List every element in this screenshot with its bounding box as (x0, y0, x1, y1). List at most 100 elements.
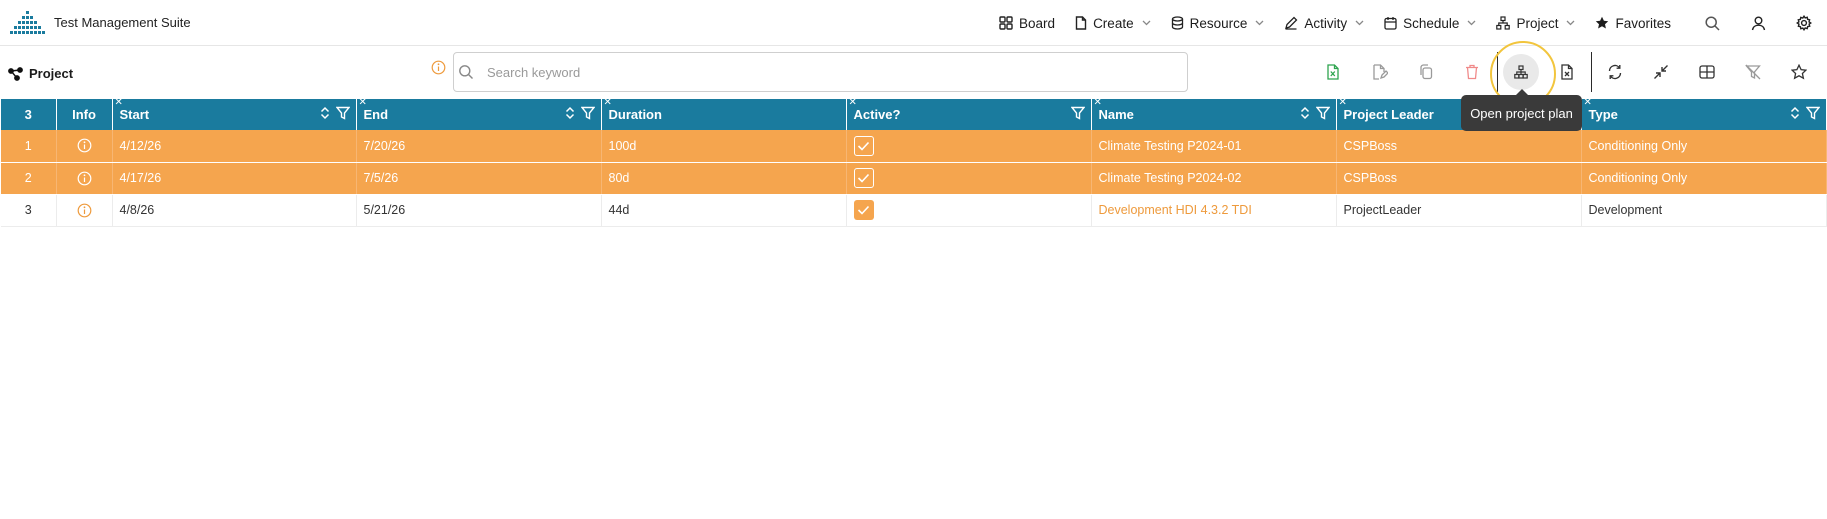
filter-icon[interactable] (1805, 106, 1820, 120)
row-info-cell[interactable] (56, 194, 113, 227)
search-input[interactable] (487, 53, 1177, 91)
nav-favorites-label: Favorites (1615, 15, 1671, 31)
cell-active[interactable] (846, 130, 1092, 163)
calendar-icon (1384, 17, 1397, 30)
remove-column-icon[interactable]: ✕ (1584, 98, 1592, 108)
file-edit-icon (1373, 64, 1388, 80)
cell-project-leader[interactable]: ProjectLeader (1336, 194, 1582, 227)
column-header-name-label: Name (1098, 107, 1134, 122)
collapse-button[interactable] (1639, 50, 1683, 94)
cell-duration[interactable]: 100d (601, 130, 847, 163)
cell-duration[interactable]: 80d (601, 162, 847, 195)
cell-end[interactable]: 7/5/26 (356, 162, 602, 195)
top-navigation-bar: Test Management Suite Board Create Resou… (0, 0, 1827, 46)
remove-column-icon[interactable]: ✕ (849, 98, 857, 108)
info-icon[interactable] (77, 203, 92, 218)
cell-name[interactable]: Development HDI 4.3.2 TDI (1091, 194, 1337, 227)
cell-name[interactable]: Climate Testing P2024-02 (1091, 162, 1337, 195)
cell-active[interactable] (846, 162, 1092, 195)
file-x-icon (1561, 64, 1573, 80)
active-checkbox[interactable] (853, 135, 874, 156)
cell-start[interactable]: 4/17/26 (112, 162, 357, 195)
edit-button[interactable] (1358, 50, 1402, 94)
remove-column-icon[interactable]: ✕ (1094, 98, 1102, 108)
remove-column-icon[interactable]: ✕ (604, 98, 612, 108)
active-checkbox[interactable] (853, 168, 874, 188)
page-toolbar: Project (0, 46, 1827, 98)
tooltip-text: Open project plan (1470, 105, 1573, 121)
nav-resource-label: Resource (1189, 15, 1248, 31)
search-icon (458, 64, 474, 80)
cell-project-leader[interactable]: CSPBoss (1336, 162, 1582, 195)
cell-end[interactable]: 5/21/26 (356, 194, 602, 227)
column-header-active-label: Active? (853, 107, 901, 122)
nav-favorites[interactable]: Favorites (1595, 16, 1671, 31)
checkmark-icon (857, 141, 870, 151)
column-header-start[interactable]: ✕ Start (112, 98, 357, 130)
row-info-cell[interactable] (56, 162, 113, 195)
filter-icon[interactable] (335, 106, 350, 120)
remove-column-icon[interactable]: ✕ (359, 98, 367, 108)
chevron-down-icon (1467, 20, 1476, 26)
export-file-button[interactable] (1545, 50, 1589, 94)
toolbar-separator (1591, 52, 1592, 92)
nav-search-button[interactable] (1689, 0, 1735, 46)
refresh-button[interactable] (1593, 50, 1637, 94)
filter-icon[interactable] (580, 106, 595, 120)
table-row[interactable]: 3 4/8/26 5/21/26 44d Development HDI 4.3… (1, 194, 1827, 227)
open-project-plan-button[interactable] (1499, 50, 1543, 94)
column-header-active[interactable]: ✕ Active? (846, 98, 1092, 130)
column-header-type[interactable]: ✕ Type (1581, 98, 1827, 130)
column-header-end[interactable]: ✕ End (356, 98, 602, 130)
table-row[interactable]: 1 4/12/26 7/20/26 100d Climate Testing P… (1, 130, 1827, 163)
table-row[interactable]: 2 4/17/26 7/5/26 80d Climate Testing P20… (1, 162, 1827, 195)
nav-board[interactable]: Board (999, 16, 1055, 31)
cell-name[interactable]: Climate Testing P2024-01 (1091, 130, 1337, 163)
column-header-name[interactable]: ✕ Name (1091, 98, 1337, 130)
search-info-icon[interactable] (431, 60, 446, 75)
info-icon[interactable] (77, 171, 92, 186)
columns-button[interactable] (1685, 50, 1729, 94)
filter-icon[interactable] (1070, 106, 1085, 120)
row-info-cell[interactable] (56, 130, 113, 163)
database-icon (1171, 16, 1183, 30)
export-excel-button[interactable] (1311, 50, 1355, 94)
active-checkbox[interactable] (853, 200, 874, 220)
remove-column-icon[interactable]: ✕ (115, 98, 123, 108)
cell-project-leader[interactable]: CSPBoss (1336, 130, 1582, 163)
filter-icon[interactable] (1315, 106, 1330, 120)
copy-icon (1420, 64, 1433, 80)
delete-button[interactable] (1450, 50, 1494, 94)
sort-icon[interactable] (565, 106, 575, 120)
cell-start[interactable]: 4/8/26 (112, 194, 357, 227)
nav-resource[interactable]: Resource (1171, 16, 1265, 31)
remove-column-icon[interactable]: ✕ (1339, 98, 1347, 108)
nav-activity[interactable]: Activity (1284, 16, 1364, 31)
cell-active[interactable] (846, 194, 1092, 227)
sort-icon[interactable] (1300, 106, 1310, 120)
cell-type[interactable]: Development (1581, 194, 1827, 227)
cell-start[interactable]: 4/12/26 (112, 130, 357, 163)
row-count-header[interactable]: 3 (1, 99, 57, 130)
cell-type[interactable]: Conditioning Only (1581, 130, 1827, 163)
nav-user-button[interactable] (1735, 0, 1781, 46)
sort-icon[interactable] (320, 106, 330, 120)
file-icon (1075, 16, 1087, 30)
nav-schedule[interactable]: Schedule (1384, 16, 1476, 31)
cell-end[interactable]: 7/20/26 (356, 130, 602, 163)
nav-settings-button[interactable] (1781, 0, 1827, 46)
copy-button[interactable] (1404, 50, 1448, 94)
clear-filter-button[interactable] (1731, 50, 1775, 94)
column-header-duration[interactable]: ✕ Duration (601, 98, 847, 130)
cell-type[interactable]: Conditioning Only (1581, 162, 1827, 195)
chevron-down-icon (1255, 20, 1264, 26)
search-box (453, 52, 1188, 92)
column-header-info[interactable]: Info (56, 99, 113, 130)
info-icon[interactable] (77, 138, 92, 153)
sort-icon[interactable] (1790, 106, 1800, 120)
pencil-icon (1285, 16, 1298, 30)
favorite-button[interactable] (1777, 50, 1821, 94)
nav-project[interactable]: Project (1496, 16, 1575, 31)
cell-duration[interactable]: 44d (601, 194, 847, 227)
nav-create[interactable]: Create (1075, 16, 1151, 31)
